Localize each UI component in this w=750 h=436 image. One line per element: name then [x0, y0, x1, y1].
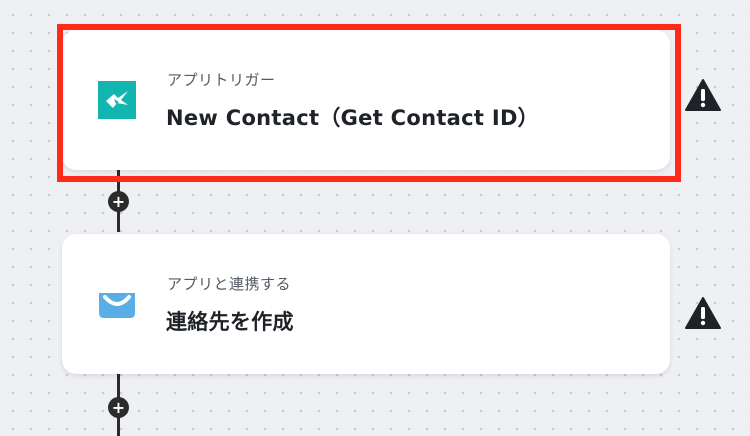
flow-step-card-action[interactable]: アプリと連携する 連絡先を作成 [62, 234, 670, 374]
add-step-button[interactable]: + [108, 191, 129, 212]
step-title: New Contact（Get Contact ID） [166, 106, 539, 130]
warning-triangle-icon[interactable] [684, 296, 722, 330]
trigger-app-icon [98, 81, 136, 119]
step-title: 連絡先を作成 [166, 310, 294, 334]
flow-step-card-trigger[interactable]: アプリトリガー New Contact（Get Contact ID） [62, 30, 670, 170]
envelope-app-icon [99, 293, 135, 318]
add-step-button[interactable]: + [108, 397, 129, 418]
warning-triangle-icon[interactable] [684, 78, 722, 112]
step-type-label: アプリトリガー [167, 71, 276, 89]
step-type-label: アプリと連携する [167, 275, 292, 293]
